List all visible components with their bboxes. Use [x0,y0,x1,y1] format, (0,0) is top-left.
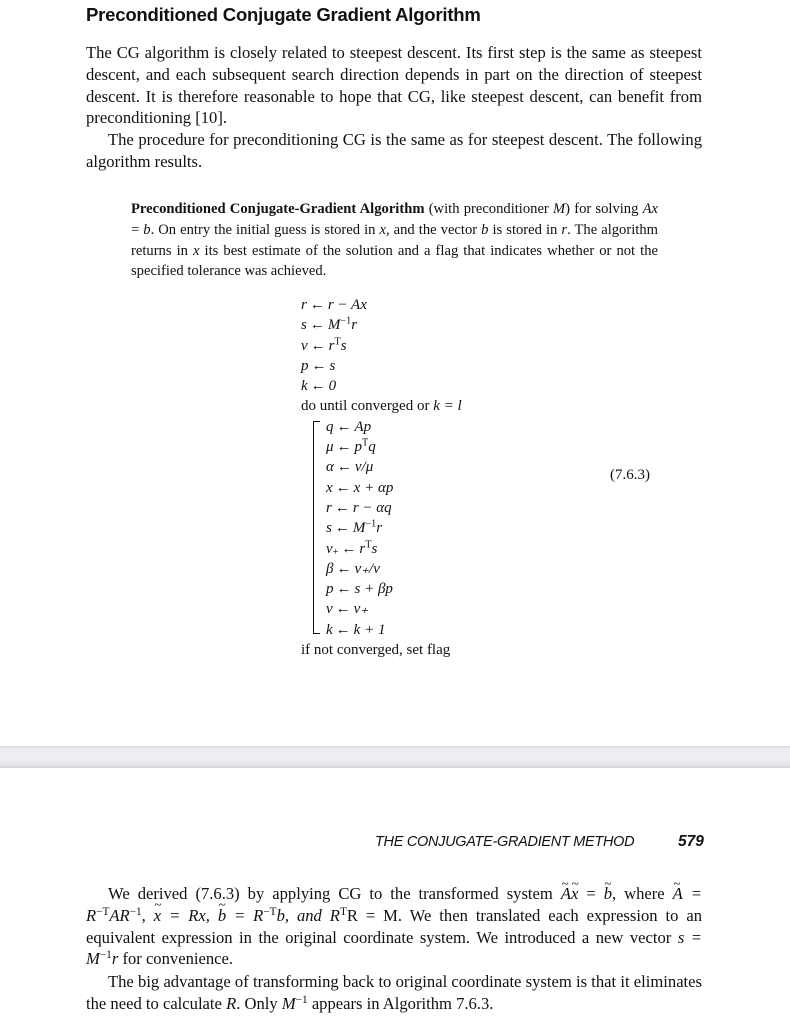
page-separator [0,746,790,768]
loop-step: r ← r − αq [326,499,392,516]
algorithm-listing: r ← r − Ax s ← M−1r ν ← rTs p ← s k ← 0 do until conve… [301,295,462,660]
intro-paragraph: The CG algorithm is closely related to s… [86,43,702,128]
section-heading: Preconditioned Conjugate Gradient Algori… [86,4,481,25]
assign-arrow: ← [336,560,352,577]
algorithm-footer: if not converged, set flag [301,642,451,659]
running-head: THE CONJUGATE-GRADIENT METHOD [375,834,635,850]
assign-arrow: ← [309,297,325,313]
assign-arrow: ← [335,479,351,496]
init-step: s ← M−1r [301,315,358,334]
init-step: p ← s [301,357,336,374]
loop-bracket [313,420,320,635]
loop-step: β ← ν₊/ν [326,560,380,577]
loop-step: s ← M−1r [326,518,383,537]
loop-step: k ← k + 1 [326,621,386,638]
derivation-paragraph: We derived (7.6.3) by applying CG to the… [86,873,702,970]
loop-step: ν+ ← rTs [326,538,378,558]
init-step: ν ← rTs [301,335,347,354]
equation-number: (7.6.3) [610,467,650,483]
loop-step: μ ← pTq [326,437,376,456]
assign-arrow: ← [310,337,326,354]
loop-header: do until converged or k = l [301,398,462,415]
page-number: 579 [678,833,704,850]
init-step: r ← r − Ax [301,297,367,313]
init-step: k ← 0 [301,378,337,395]
assign-arrow: ← [310,378,326,395]
assign-arrow: ← [336,418,352,435]
assign-arrow: ← [335,621,351,638]
loop-step: ν ← ν₊ [326,601,369,618]
assign-arrow: ← [334,520,350,537]
loop-step: x ← x + αp [326,479,394,496]
loop-step: α ← ν/μ [326,459,374,476]
assign-arrow: ← [341,540,357,557]
advantage-paragraph: The big advantage of transforming back t… [86,972,702,1013]
algorithm-title: Preconditioned Conjugate-Gradient Algori… [131,201,425,217]
loop-step: q ← Ap [326,418,372,435]
assign-arrow: ← [309,317,325,334]
loop-step: p ← s + βp [326,581,393,598]
loop-body: q ← Ap μ ← pTq α ← ν/μ x ← x + αp r ← r − αq s ← M−1r ν+ ← r… [313,417,462,640]
assign-arrow: ← [335,601,351,618]
assign-arrow: ← [334,499,350,516]
assign-arrow: ← [311,357,327,374]
assign-arrow: ← [336,581,352,598]
assign-arrow: ← [336,439,352,456]
procedure-paragraph: The procedure for preconditioning CG is … [86,130,702,171]
assign-arrow: ← [336,459,352,476]
algorithm-init-block: r ← r − Ax s ← M−1r ν ← rTs p ← s k ← 0 [301,295,462,396]
algorithm-description: Preconditioned Conjugate-Gradient Algori… [131,201,658,280]
